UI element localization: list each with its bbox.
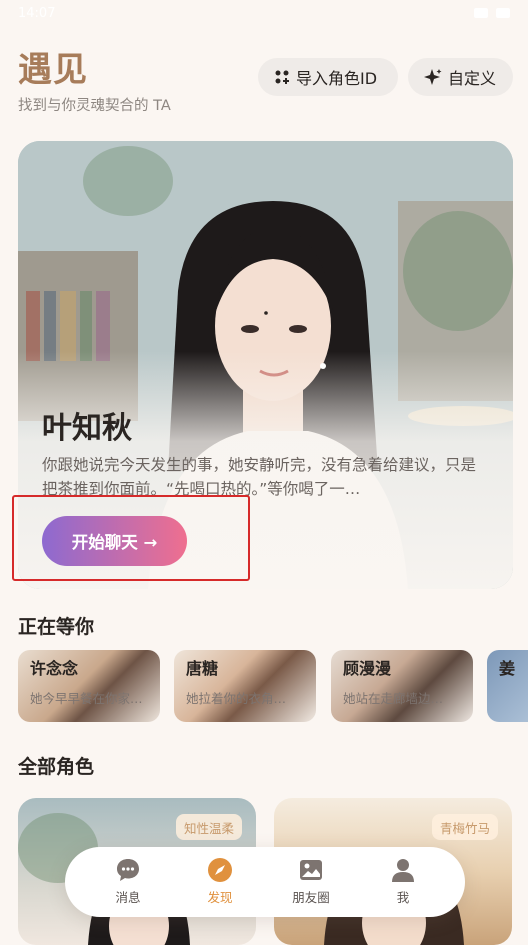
bottom-nav: 消息 发现 朋友圈 我 xyxy=(65,847,465,917)
page-title: 遇见 xyxy=(18,50,88,90)
nav-label: 我 xyxy=(396,890,410,905)
role-tag: 知性温柔 xyxy=(175,814,242,840)
nav-label: 发现 xyxy=(207,890,233,905)
character-description: 你跟她说完今天发生的事，她安静听完，没有急着给建议，只是把茶推到你面前。“先喝口… xyxy=(42,456,477,498)
waiting-card-message: 她站在走廊墙边… xyxy=(343,691,444,706)
compass-icon xyxy=(208,858,232,882)
waiting-card[interactable]: 许念念 她今早早餐在你家… xyxy=(18,650,160,722)
waiting-card-name: 顾漫漫 xyxy=(343,659,392,678)
waiting-card[interactable]: 顾漫漫 她站在走廊墙边… xyxy=(331,650,473,722)
person-icon xyxy=(392,859,414,882)
battery-icon xyxy=(496,8,510,18)
grid-plus-icon xyxy=(275,70,289,84)
custom-label: 自定义 xyxy=(448,69,497,88)
waiting-card-name: 唐糖 xyxy=(186,659,219,678)
nav-item-messages[interactable]: 消息 xyxy=(98,857,158,909)
sparkle-icon xyxy=(424,69,442,85)
nav-item-moments[interactable]: 朋友圈 xyxy=(281,857,341,909)
waiting-card-message: 她今早早餐在你家… xyxy=(30,691,143,706)
highlight-box xyxy=(12,495,250,581)
image-icon xyxy=(300,860,322,880)
nav-item-discover[interactable]: 发现 xyxy=(190,857,250,909)
character-name: 叶知秋 xyxy=(42,411,132,446)
waiting-card[interactable]: 唐糖 她拉着你的衣角… xyxy=(174,650,316,722)
status-bar: 14:07 xyxy=(0,0,528,26)
all-roles-section-title: 全部角色 xyxy=(18,756,95,778)
waiting-card-message: 她拉着你的衣角… xyxy=(186,691,287,706)
nav-item-me[interactable]: 我 xyxy=(373,857,433,909)
waiting-card[interactable]: 姜 xyxy=(487,650,528,722)
wifi-icon xyxy=(474,8,488,18)
status-time: 14:07 xyxy=(18,5,56,21)
waiting-section-title: 正在等你 xyxy=(18,616,95,638)
waiting-card-name: 姜 xyxy=(499,659,516,678)
nav-label: 消息 xyxy=(115,890,141,905)
import-role-id-button[interactable]: 导入角色ID xyxy=(258,58,398,96)
nav-label: 朋友圈 xyxy=(292,890,330,905)
import-role-id-label: 导入角色ID xyxy=(296,69,378,88)
role-tag: 青梅竹马 xyxy=(431,814,498,840)
status-icons xyxy=(474,8,510,18)
page-subtitle: 找到与你灵魂契合的 TA xyxy=(18,98,171,114)
chat-icon xyxy=(117,859,139,881)
custom-button[interactable]: 自定义 xyxy=(408,58,513,96)
waiting-card-name: 许念念 xyxy=(30,659,79,678)
waiting-list: 许念念 她今早早餐在你家… 唐糖 她拉着你的衣角… 顾漫漫 她站在走廊墙边… 姜 xyxy=(18,650,528,722)
